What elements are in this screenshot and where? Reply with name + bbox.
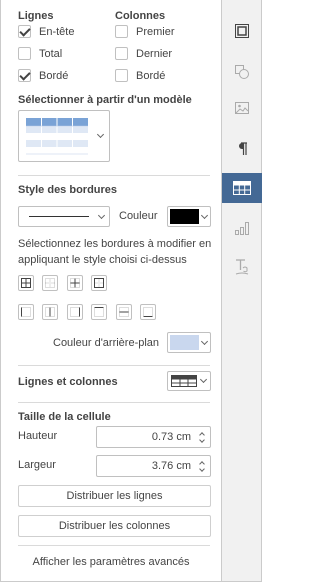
outer-borders-icon xyxy=(94,278,104,288)
last-column-checkbox[interactable] xyxy=(115,47,128,60)
slide-settings-icon xyxy=(235,24,249,38)
table-insert-icon xyxy=(171,375,197,387)
first-column-checkbox[interactable] xyxy=(115,25,128,38)
right-border-icon xyxy=(70,307,80,317)
header-row-checkbox[interactable] xyxy=(18,25,31,38)
background-color-picker[interactable] xyxy=(167,332,211,353)
banded-rows-checkbox[interactable] xyxy=(18,69,31,82)
inner-borders-button[interactable] xyxy=(67,275,83,291)
header-row-label: En-tête xyxy=(39,26,75,38)
outer-borders-button[interactable] xyxy=(91,275,107,291)
advanced-settings-link[interactable]: Afficher les paramètres avancés xyxy=(1,556,221,568)
image-settings-icon xyxy=(235,102,249,114)
border-instruction-text: Sélectionnez les bordures à modifier en … xyxy=(18,238,212,266)
shape-settings-icon xyxy=(235,65,249,79)
banded-columns-checkbox[interactable] xyxy=(115,69,128,82)
bottom-border-icon xyxy=(143,307,153,317)
inner-vertical-border-icon xyxy=(45,307,55,317)
cell-height-value: 0.73 cm xyxy=(151,431,191,443)
text-art-settings-button[interactable] xyxy=(222,252,262,282)
slide-settings-button[interactable] xyxy=(222,16,262,46)
top-border-button[interactable] xyxy=(91,304,107,320)
distribute-rows-button[interactable]: Distribuer les lignes xyxy=(18,485,211,507)
chevron-down-icon xyxy=(96,130,105,139)
divider xyxy=(18,545,210,546)
rows-columns-menu[interactable] xyxy=(167,371,211,391)
top-border-icon xyxy=(94,307,104,317)
divider xyxy=(18,175,210,176)
divider xyxy=(18,402,210,403)
border-color-picker[interactable] xyxy=(167,206,211,227)
chart-settings-button[interactable] xyxy=(222,213,262,243)
chevron-down-icon[interactable] xyxy=(199,466,205,472)
background-color-swatch xyxy=(170,335,199,350)
all-borders-button[interactable] xyxy=(18,275,34,291)
no-borders-button[interactable] xyxy=(42,275,58,291)
paragraph-settings-button[interactable] xyxy=(222,134,262,164)
divider xyxy=(18,365,210,366)
table-settings-button[interactable] xyxy=(222,173,262,203)
chart-settings-icon xyxy=(235,222,249,235)
chevron-down-icon xyxy=(97,211,106,220)
cell-width-input[interactable]: 3.76 cm xyxy=(96,455,211,477)
chevron-down-icon xyxy=(199,375,208,384)
first-column-label: Premier xyxy=(136,26,175,38)
table-template-picker[interactable] xyxy=(18,110,110,162)
inner-vertical-border-button[interactable] xyxy=(42,304,58,320)
rows-columns-header: Lignes et colonnes xyxy=(18,376,118,388)
chevron-down-icon[interactable] xyxy=(199,437,205,443)
cell-size-header: Taille de la cellule xyxy=(18,411,111,423)
right-toolbar xyxy=(221,0,262,581)
shape-settings-button[interactable] xyxy=(222,57,262,87)
table-template-preview xyxy=(22,114,92,158)
cell-height-input[interactable]: 0.73 cm xyxy=(96,426,211,448)
inner-borders-icon xyxy=(70,278,80,288)
border-color-label: Couleur xyxy=(119,210,158,222)
inner-horizontal-border-button[interactable] xyxy=(116,304,132,320)
left-border-button[interactable] xyxy=(18,304,34,320)
table-settings-panel: Lignes Colonnes En-tête Total Bordé Prem… xyxy=(1,0,221,581)
total-row-checkbox[interactable] xyxy=(18,47,31,60)
image-settings-button[interactable] xyxy=(222,93,262,123)
last-column-label: Dernier xyxy=(136,48,173,60)
width-label: Largeur xyxy=(18,459,56,471)
height-label: Hauteur xyxy=(18,430,58,442)
border-style-header: Style des bordures xyxy=(18,184,118,196)
table-settings-icon xyxy=(233,181,251,195)
all-borders-icon xyxy=(21,278,31,288)
template-header: Sélectionner à partir d'un modèle xyxy=(18,94,192,106)
background-color-label: Couleur d'arrière-plan xyxy=(53,337,160,349)
paragraph-settings-icon xyxy=(239,142,247,155)
cell-width-value: 3.76 cm xyxy=(151,460,191,472)
total-row-label: Total xyxy=(39,48,63,60)
bottom-border-button[interactable] xyxy=(140,304,156,320)
right-border-button[interactable] xyxy=(67,304,83,320)
banded-columns-label: Bordé xyxy=(136,70,166,82)
text-art-settings-icon xyxy=(235,259,249,275)
border-style-select[interactable] xyxy=(18,206,110,227)
left-border-icon xyxy=(21,307,31,317)
columns-header: Colonnes xyxy=(115,10,166,22)
chevron-down-icon xyxy=(200,337,209,346)
inner-horizontal-border-icon xyxy=(119,307,129,317)
border-line-preview xyxy=(29,216,89,217)
distribute-columns-button[interactable]: Distribuer les colonnes xyxy=(18,515,211,537)
no-borders-icon xyxy=(45,278,55,288)
border-color-swatch xyxy=(170,209,199,224)
banded-rows-label: Bordé xyxy=(39,70,69,82)
chevron-down-icon xyxy=(200,211,209,220)
rows-header: Lignes xyxy=(18,10,54,22)
